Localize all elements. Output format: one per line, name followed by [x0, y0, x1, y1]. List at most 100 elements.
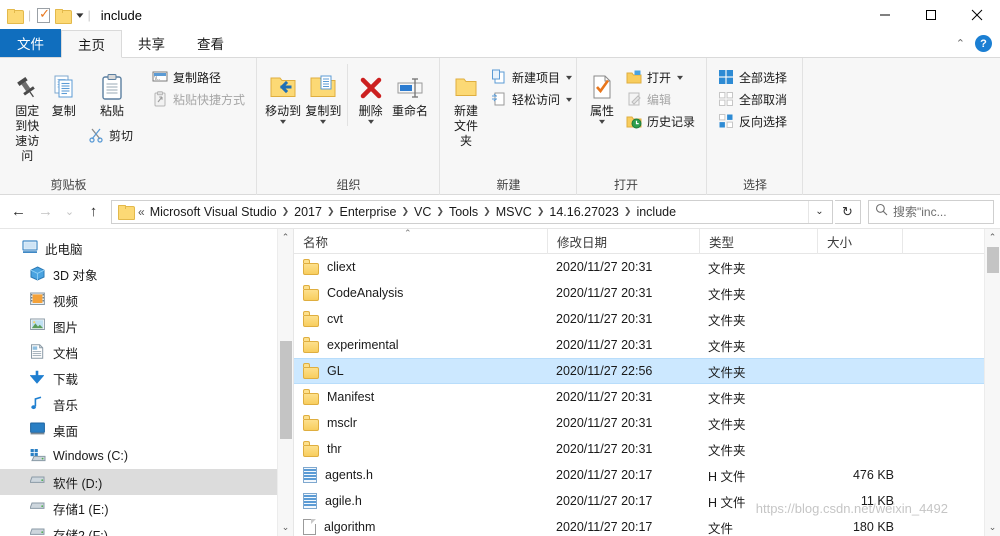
column-header-date[interactable]: 修改日期 [547, 229, 699, 254]
select-none-button[interactable]: 全部取消 [715, 88, 790, 110]
close-icon[interactable] [954, 0, 1000, 30]
copy-button[interactable]: 复制 [46, 64, 80, 122]
open-button[interactable]: 打开 ▾ [623, 66, 698, 88]
help-icon[interactable]: ? [975, 35, 992, 52]
table-row[interactable]: cvt 2020/11/27 20:31 文件夹 [294, 306, 1000, 332]
breadcrumb[interactable]: « Microsoft Visual Studio ❯ 2017 ❯ Enter… [111, 199, 833, 224]
sidebar-item-this-pc[interactable]: 此电脑 [0, 235, 293, 261]
breadcrumb-item[interactable]: 14.16.27023 [545, 205, 623, 219]
cut-button[interactable]: 剪切 [85, 124, 141, 146]
folder-icon[interactable] [7, 8, 24, 24]
chevron-up-icon[interactable]: ⌃ [956, 37, 965, 50]
chevron-down-icon[interactable]: ▾ [566, 73, 572, 82]
breadcrumb-item[interactable]: VC [410, 205, 435, 219]
breadcrumb-overflow[interactable]: « [137, 205, 146, 219]
chevron-right-icon[interactable]: ❯ [281, 206, 291, 217]
sidebar-item-storage2-f[interactable]: 存储2 (F:) [0, 521, 293, 536]
chevron-right-icon[interactable]: ❯ [326, 206, 336, 217]
properties-icon[interactable] [37, 6, 51, 23]
tab-share[interactable]: 共享 [122, 29, 181, 57]
column-header-name[interactable]: 名称 ⌃ [294, 229, 547, 254]
invert-selection-button[interactable]: 反向选择 [715, 110, 790, 132]
table-row[interactable]: cliext 2020/11/27 20:31 文件夹 [294, 254, 1000, 280]
chevron-right-icon[interactable]: ❯ [536, 206, 546, 217]
sidebar-item-storage1-e[interactable]: 存储1 (E:) [0, 495, 293, 521]
sidebar-item-downloads[interactable]: 下载 [0, 365, 293, 391]
copy-to-button[interactable]: 复制到 ▾ [303, 64, 343, 128]
sidebar-item-3d-objects[interactable]: 3D 对象 [0, 261, 293, 287]
column-header-size[interactable]: 大小 [817, 229, 902, 254]
easy-access-button[interactable]: 轻松访问 ▾ [488, 88, 574, 110]
paste-shortcut-button[interactable]: 粘贴快捷方式 [149, 88, 248, 110]
file-date: 2020/11/27 20:31 [556, 286, 653, 300]
chevron-down-icon[interactable]: ▾ [320, 118, 326, 126]
table-row[interactable]: thr 2020/11/27 20:31 文件夹 [294, 436, 1000, 462]
chevron-down-icon[interactable]: ▾ [677, 73, 683, 82]
up-arrow-icon[interactable]: ↑ [81, 199, 106, 224]
sidebar-item-software-d[interactable]: 软件 (D:) [0, 469, 293, 495]
back-arrow-icon[interactable]: ← [6, 199, 31, 224]
forward-arrow-icon[interactable]: → [33, 199, 58, 224]
chevron-down-icon[interactable]: ▾ [566, 95, 572, 104]
search-input[interactable]: 搜索"inc... [868, 199, 994, 224]
select-all-button[interactable]: 全部选择 [715, 66, 790, 88]
table-row[interactable]: msclr 2020/11/27 20:31 文件夹 [294, 410, 1000, 436]
sidebar-item-music[interactable]: 音乐 [0, 391, 293, 417]
table-row[interactable]: experimental 2020/11/27 20:31 文件夹 [294, 332, 1000, 358]
refresh-icon[interactable]: ↻ [835, 199, 861, 224]
copy-path-button[interactable]: \\.. 复制路径 [149, 66, 248, 88]
address-dropdown-chevron-down-icon[interactable]: ⌄ [808, 200, 830, 223]
recent-locations-chevron-down-icon[interactable]: ⌄ [60, 199, 79, 224]
chevron-down-icon[interactable]: ▾ [599, 118, 605, 126]
scroll-down-arrow-icon[interactable]: ⌄ [985, 519, 1000, 536]
sidebar-item-videos[interactable]: 视频 [0, 287, 293, 313]
scroll-up-arrow-icon[interactable]: ⌃ [985, 229, 1000, 246]
scroll-up-arrow-icon[interactable]: ⌃ [278, 229, 293, 246]
chevron-down-icon[interactable]: ▾ [368, 118, 374, 126]
breadcrumb-item[interactable]: 2017 [290, 205, 326, 219]
chevron-right-icon[interactable]: ❯ [482, 206, 492, 217]
rename-button[interactable]: 重命名 [389, 64, 431, 122]
pin-to-quick-access-button[interactable]: 固定到快 速访问 [10, 64, 44, 167]
tab-view[interactable]: 查看 [181, 29, 240, 57]
scroll-down-arrow-icon[interactable]: ⌄ [278, 519, 293, 536]
breadcrumb-item[interactable]: include [632, 205, 680, 219]
scrollbar-thumb[interactable] [280, 341, 292, 439]
new-folder-button[interactable]: 新建 文件夹 [450, 64, 482, 152]
chevron-down-icon[interactable]: ▾ [73, 10, 83, 21]
sidebar-item-desktop[interactable]: 桌面 [0, 417, 293, 443]
file-list-scrollbar[interactable]: ⌃ ⌄ [984, 229, 1000, 536]
sidebar-item-documents[interactable]: 文档 [0, 339, 293, 365]
maximize-icon[interactable] [908, 0, 954, 30]
paste-button[interactable]: 粘贴 [83, 64, 141, 122]
column-header-type[interactable]: 类型 [699, 229, 817, 254]
breadcrumb-item[interactable]: Enterprise [336, 205, 401, 219]
history-button[interactable]: 历史记录 [623, 110, 698, 132]
new-folder-icon[interactable] [55, 8, 73, 24]
new-item-button[interactable]: 新建项目 ▾ [488, 66, 574, 88]
table-row[interactable]: Manifest 2020/11/27 20:31 文件夹 [294, 384, 1000, 410]
chevron-right-icon[interactable]: ❯ [401, 206, 411, 217]
sidebar-item-windows-c[interactable]: Windows (C:) [0, 443, 293, 469]
sidebar-item-pictures[interactable]: 图片 [0, 313, 293, 339]
table-row-selected[interactable]: GL 2020/11/27 22:56 文件夹 [294, 358, 1000, 384]
breadcrumb-item[interactable]: Tools [445, 205, 482, 219]
table-row[interactable]: CodeAnalysis 2020/11/27 20:31 文件夹 [294, 280, 1000, 306]
move-to-button[interactable]: 移动到 ▾ [263, 64, 303, 128]
properties-button[interactable]: 属性 ▾ [585, 64, 619, 128]
breadcrumb-item[interactable]: MSVC [492, 205, 536, 219]
table-row[interactable]: agents.h 2020/11/27 20:17 H 文件 476 KB [294, 462, 1000, 488]
minimize-icon[interactable] [862, 0, 908, 30]
navigation-pane-scrollbar[interactable]: ⌃ ⌄ [277, 229, 293, 536]
chevron-down-icon[interactable]: ▾ [280, 118, 286, 126]
edit-button[interactable]: 编辑 [623, 88, 698, 110]
chevron-right-icon[interactable]: ❯ [623, 206, 633, 217]
tab-file[interactable]: 文件 [0, 29, 61, 57]
table-row[interactable]: algorithm 2020/11/27 20:17 文件 180 KB [294, 514, 1000, 536]
delete-button[interactable]: 删除 ▾ [352, 64, 389, 128]
breadcrumb-item[interactable]: Microsoft Visual Studio [146, 205, 281, 219]
chevron-right-icon[interactable]: ❯ [435, 206, 445, 217]
scrollbar-thumb[interactable] [987, 247, 999, 273]
table-row[interactable]: agile.h 2020/11/27 20:17 H 文件 11 KB [294, 488, 1000, 514]
tab-home[interactable]: 主页 [61, 30, 122, 58]
